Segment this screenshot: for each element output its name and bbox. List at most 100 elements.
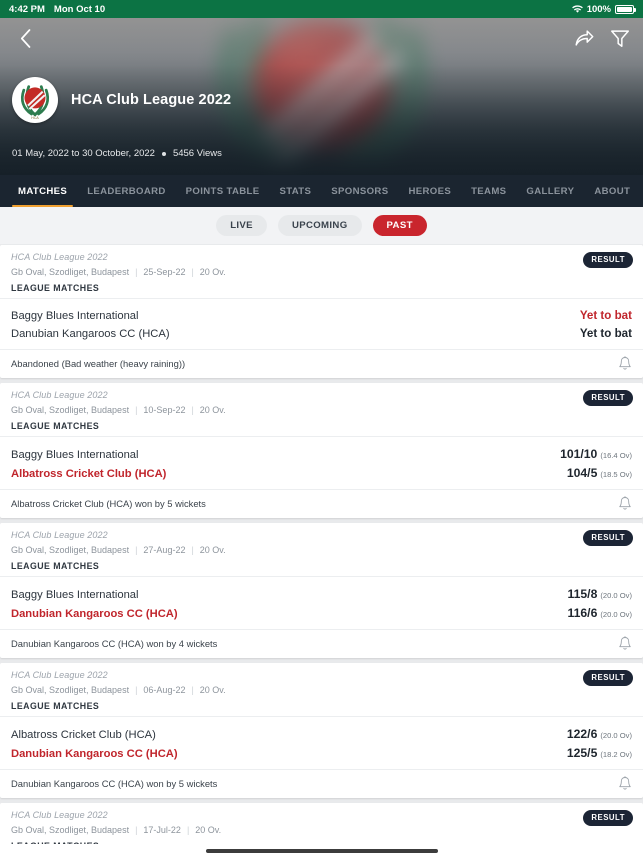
- team-name: Baggy Blues International: [11, 309, 139, 322]
- section-tab-bar: MATCHES LEADERBOARD POINTS TABLE STATS S…: [0, 175, 643, 207]
- table-row[interactable]: Albatross Cricket Club (HCA) 104/5 (18.5 O…: [11, 463, 632, 482]
- filter-pill-live[interactable]: LIVE: [216, 215, 267, 236]
- match-venue-line: Gb Oval, Szodliget, Budapest | 27-Aug-22 | 2…: [11, 545, 632, 555]
- team-score: Yet to bat: [579, 308, 632, 322]
- status-bar: 4:42 PM Mon Oct 10 100%: [0, 0, 643, 18]
- notification-bell-icon[interactable]: [618, 496, 632, 511]
- match-venue: Gb Oval, Szodliget, Budapest: [11, 405, 130, 415]
- match-result-text: Abandoned (Bad weather (heavy raining)): [11, 358, 186, 369]
- league-identity: HCA HCA Club League 2022: [12, 77, 231, 123]
- date-separator: |: [186, 825, 190, 835]
- match-overs-format: 20 Ov.: [199, 685, 226, 695]
- notification-bell-icon[interactable]: [618, 356, 632, 371]
- table-row[interactable]: Baggy Blues International Yet to bat: [11, 306, 632, 324]
- match-result-text: Danubian Kangaroos CC (HCA) won by 4 wic…: [11, 638, 218, 649]
- date-separator: |: [191, 685, 194, 695]
- match-list[interactable]: HCA Club League 2022 Gb Oval, Szodliget, …: [0, 244, 643, 844]
- tab-about[interactable]: ABOUT: [584, 175, 640, 207]
- match-date: 25-Sep-22: [143, 267, 186, 277]
- team-score: 104/5 (18.5 Ov): [566, 465, 632, 480]
- status-badge: RESULT: [583, 252, 633, 268]
- match-card-header: HCA Club League 2022 Gb Oval, Szodliget, …: [0, 383, 643, 436]
- tab-stats[interactable]: STATS: [270, 175, 322, 207]
- match-league-name: HCA Club League 2022: [11, 670, 108, 680]
- match-venue-line: Gb Oval, Szodliget, Budapest | 25-Sep-22 | 2…: [11, 267, 632, 277]
- venue-separator: |: [135, 685, 138, 695]
- meta-separator-dot: [161, 151, 166, 156]
- back-button[interactable]: [12, 25, 38, 51]
- match-overs-format: 20 Ov.: [199, 545, 226, 555]
- match-teams: Baggy Blues International Yet to bat Danub…: [0, 298, 643, 349]
- status-bar-time: 4:42 PM: [9, 3, 45, 15]
- match-card[interactable]: HCA Club League 2022 Gb Oval, Szodliget, …: [0, 663, 643, 798]
- tab-points-table[interactable]: POINTS TABLE: [176, 175, 270, 207]
- match-overs-format: 20 Ov.: [195, 825, 222, 835]
- home-indicator-bar: [0, 844, 643, 858]
- team-name: Albatross Cricket Club (HCA): [11, 467, 167, 480]
- table-row[interactable]: Danubian Kangaroos CC (HCA) 125/5 (18.2 Ov…: [11, 743, 632, 762]
- team-score: 101/10 (16.4 Ov): [560, 446, 632, 461]
- date-separator: |: [191, 545, 194, 555]
- match-teams: Baggy Blues International 115/8 (20.0 Ov) D…: [0, 576, 643, 629]
- venue-separator: |: [135, 267, 138, 277]
- table-row[interactable]: Baggy Blues International 101/10 (16.4 Ov): [11, 444, 632, 463]
- cricket-ball-logo: HCA: [12, 77, 58, 123]
- match-venue-line: Gb Oval, Szodliget, Budapest | 06-Aug-22 | 2…: [11, 685, 632, 695]
- notification-bell-icon[interactable]: [618, 636, 632, 651]
- table-row[interactable]: Baggy Blues International 115/8 (20.0 Ov): [11, 584, 632, 603]
- match-overs-format: 20 Ov.: [199, 405, 226, 415]
- team-score: 122/6 (20.0 Ov): [566, 726, 632, 741]
- league-date-range: 01 May, 2022 to 30 October, 2022: [12, 148, 155, 159]
- tab-matches[interactable]: MATCHES: [8, 175, 77, 207]
- match-card[interactable]: HCA Club League 2022 Gb Oval, Szodliget, …: [0, 803, 643, 844]
- chevron-left-icon: [20, 28, 30, 48]
- team-overs: (20.0 Ov): [600, 730, 632, 740]
- venue-separator: |: [135, 825, 138, 835]
- match-card-header: HCA Club League 2022 Gb Oval, Szodliget, …: [0, 245, 643, 298]
- filter-pill-past[interactable]: PAST: [372, 215, 427, 236]
- status-badge: RESULT: [583, 810, 633, 826]
- tab-sponsors[interactable]: SPONSORS: [321, 175, 398, 207]
- team-name: Danubian Kangaroos CC (HCA): [11, 327, 170, 340]
- match-card[interactable]: HCA Club League 2022 Gb Oval, Szodliget, …: [0, 523, 643, 658]
- match-card-header: HCA Club League 2022 Gb Oval, Szodliget, …: [0, 803, 643, 844]
- league-meta: 01 May, 2022 to 30 October, 2022 5456 Vi…: [12, 148, 222, 159]
- tab-leaderboard[interactable]: LEADERBOARD: [77, 175, 175, 207]
- team-overs: (16.4 Ov): [600, 450, 632, 460]
- match-type-label: LEAGUE MATCHES: [11, 841, 632, 844]
- match-card-footer: Abandoned (Bad weather (heavy raining)): [0, 349, 643, 378]
- match-venue-line: Gb Oval, Szodliget, Budapest | 17-Jul-22 | 2…: [11, 825, 632, 835]
- team-score: Yet to bat: [579, 326, 632, 340]
- team-score: 125/5 (18.2 Ov): [566, 745, 632, 760]
- team-score: 116/6 (20.0 Ov): [567, 605, 632, 620]
- filter-pill-upcoming[interactable]: UPCOMING: [277, 215, 362, 236]
- date-separator: |: [191, 267, 194, 277]
- match-date: 17-Jul-22: [143, 825, 181, 835]
- battery-full-icon: [615, 4, 636, 14]
- tab-heroes[interactable]: HEROES: [398, 175, 461, 207]
- match-card[interactable]: HCA Club League 2022 Gb Oval, Szodliget, …: [0, 245, 643, 378]
- share-icon[interactable]: [573, 27, 595, 49]
- tab-gallery[interactable]: GALLERY: [516, 175, 584, 207]
- team-name: Baggy Blues International: [11, 588, 139, 601]
- status-badge: RESULT: [583, 390, 633, 406]
- match-league-name: HCA Club League 2022: [11, 810, 108, 820]
- match-teams: Albatross Cricket Club (HCA) 122/6 (20.0 O…: [0, 716, 643, 769]
- match-card-footer: Danubian Kangaroos CC (HCA) won by 5 wic…: [0, 769, 643, 798]
- table-row[interactable]: Danubian Kangaroos CC (HCA) 116/6 (20.0 Ov…: [11, 603, 632, 622]
- hero-toolbar: [0, 18, 643, 58]
- league-views-count: 5456 Views: [172, 148, 222, 159]
- filter-funnel-icon[interactable]: [609, 27, 631, 49]
- venue-separator: |: [135, 545, 138, 555]
- match-card-footer: Albatross Cricket Club (HCA) won by 5 wi…: [0, 489, 643, 518]
- notification-bell-icon[interactable]: [618, 776, 632, 791]
- table-row[interactable]: Danubian Kangaroos CC (HCA) Yet to bat: [11, 324, 632, 342]
- home-indicator: [205, 849, 438, 853]
- team-name: Baggy Blues International: [11, 448, 139, 461]
- tab-teams[interactable]: TEAMS: [461, 175, 516, 207]
- match-type-label: LEAGUE MATCHES: [11, 421, 100, 431]
- match-date: 10-Sep-22: [143, 405, 186, 415]
- table-row[interactable]: Albatross Cricket Club (HCA) 122/6 (20.0 O…: [11, 724, 632, 743]
- match-card[interactable]: HCA Club League 2022 Gb Oval, Szodliget, …: [0, 383, 643, 518]
- match-type-label: LEAGUE MATCHES: [11, 561, 100, 571]
